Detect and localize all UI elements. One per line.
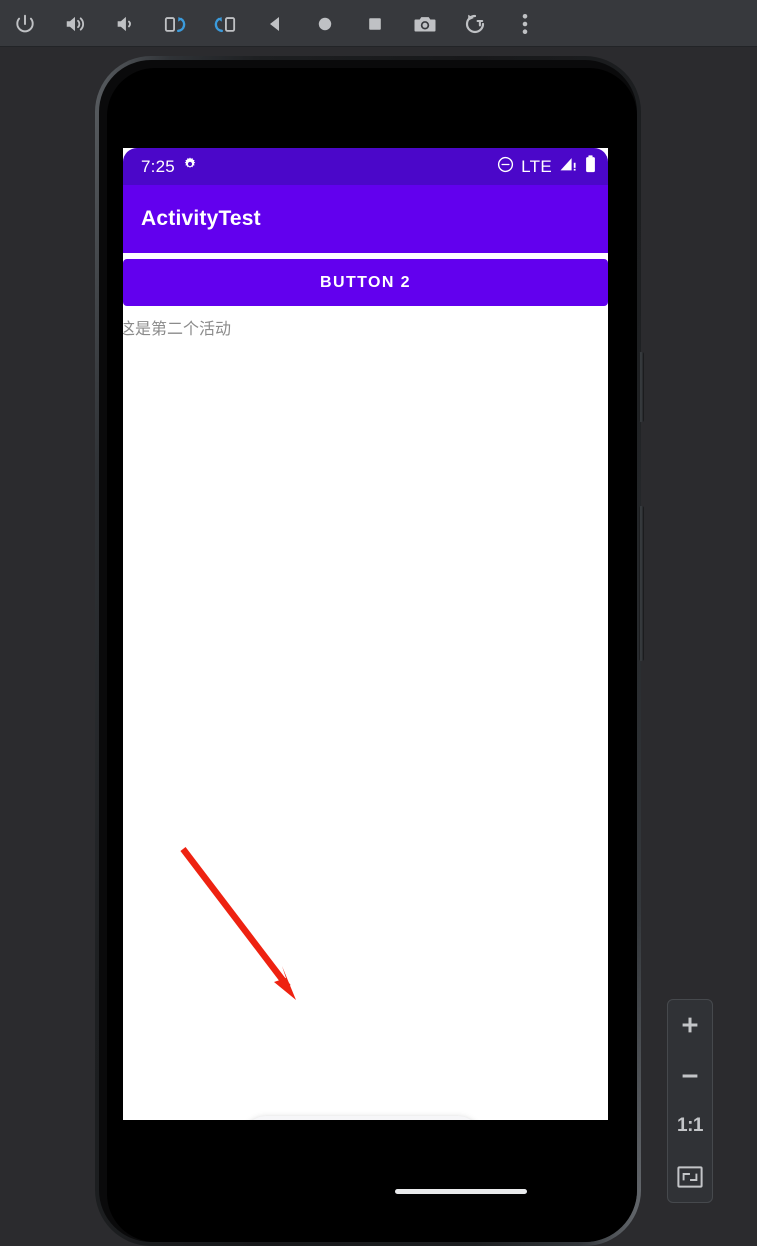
status-clock: 7:25 [141,156,175,176]
zoom-reset-button[interactable]: 1:1 [667,1101,713,1152]
android-screen: 7:25 LTE ActivityTest BUTTON 2 这是第二个活动 [123,148,608,1120]
home-icon[interactable] [300,0,350,47]
status-bar-left: 7:25 [141,156,198,177]
volume-down-icon[interactable] [100,0,150,47]
device-volume-rocker[interactable] [639,506,644,661]
rotate-right-icon[interactable] [200,0,250,47]
rotate-left-icon[interactable] [150,0,200,47]
rotate-history-icon[interactable] [450,0,500,47]
do-not-disturb-icon [497,156,514,178]
more-options-icon[interactable] [500,0,550,47]
zoom-in-button[interactable] [667,1000,713,1051]
power-icon[interactable] [0,0,50,47]
toast-notification: YOU clicked Button 1 [242,1116,482,1120]
emulator-window: 7:25 LTE ActivityTest BUTTON 2 这是第二个活动 1… [0,0,757,1246]
status-bar-right: LTE [497,155,596,178]
zoom-reset-label: 1:1 [677,1115,703,1137]
zoom-fit-button[interactable] [667,1152,713,1203]
zoom-out-button[interactable] [667,1051,713,1102]
app-content-area: BUTTON 2 这是第二个活动 YOU clicked Button 1 [123,253,608,1120]
toolbar-divider [0,46,757,47]
gear-icon [182,156,198,177]
back-icon[interactable] [250,0,300,47]
overview-icon[interactable] [350,0,400,47]
body-text-label: 这是第二个活动 [123,321,232,338]
emulator-toolbar [0,0,757,47]
home-indicator[interactable] [395,1189,527,1194]
app-bar: ActivityTest [123,185,608,253]
battery-full-icon [585,155,596,178]
screenshot-camera-icon[interactable] [400,0,450,47]
device-power-button[interactable] [639,352,644,422]
network-type-label: LTE [521,156,552,176]
zoom-controls: 1:1 [667,999,713,1203]
button-2[interactable]: BUTTON 2 [123,259,608,306]
volume-up-icon[interactable] [50,0,100,47]
signal-warning-icon [559,156,578,177]
page-title: ActivityTest [141,207,261,230]
android-status-bar: 7:25 LTE [123,148,608,185]
